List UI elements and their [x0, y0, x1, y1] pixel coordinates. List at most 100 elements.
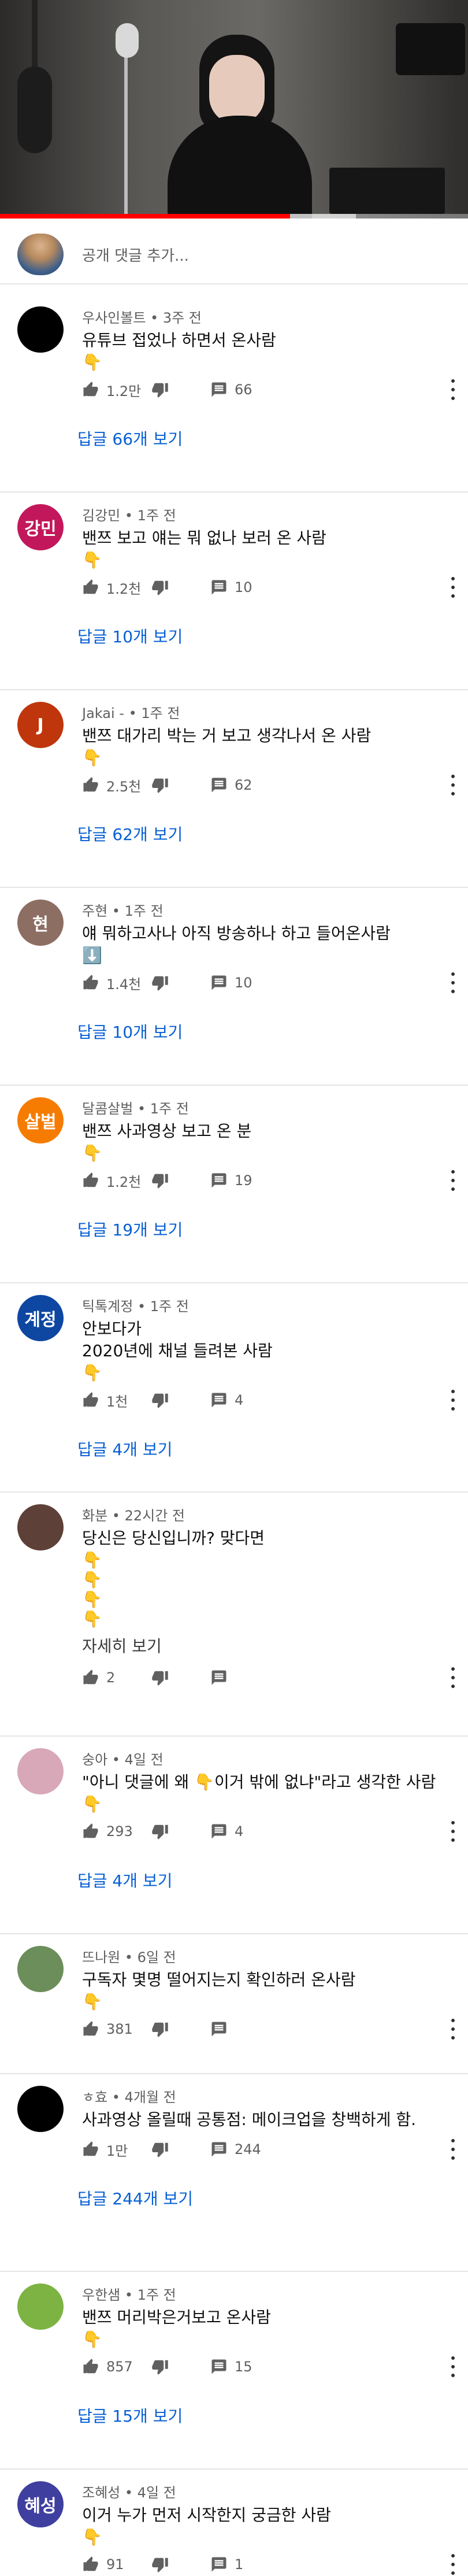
- comment-author-avatar[interactable]: [17, 1504, 64, 1550]
- like-count: 2: [106, 1670, 116, 1686]
- comment-time[interactable]: 4일 전: [125, 1752, 164, 1768]
- comment-time[interactable]: 1주 전: [150, 1101, 189, 1117]
- reply-button[interactable]: [210, 1169, 228, 1192]
- view-replies-link[interactable]: 답글 10개 보기: [77, 1020, 183, 1043]
- comment-author-avatar[interactable]: [17, 306, 64, 353]
- dislike-button[interactable]: [151, 1169, 169, 1192]
- comment-author-avatar[interactable]: 살벌: [17, 1097, 64, 1143]
- more-options-icon[interactable]: [447, 1667, 459, 1688]
- view-replies-link[interactable]: 답글 4개 보기: [77, 1437, 172, 1460]
- more-options-icon[interactable]: [447, 775, 459, 795]
- more-options-icon[interactable]: [447, 2554, 459, 2575]
- progress-bar[interactable]: [0, 214, 468, 219]
- view-replies-link[interactable]: 답글 62개 보기: [77, 822, 183, 845]
- dislike-button[interactable]: [151, 378, 169, 401]
- comment-author[interactable]: 조혜성: [82, 2485, 120, 2501]
- view-replies-link[interactable]: 답글 244개 보기: [77, 2186, 193, 2209]
- more-options-icon[interactable]: [447, 2139, 459, 2160]
- dislike-button[interactable]: [151, 1820, 169, 1843]
- comment-time[interactable]: 1주 전: [138, 508, 176, 524]
- comment-time[interactable]: 1주 전: [125, 903, 164, 919]
- dislike-button[interactable]: [151, 1389, 169, 1412]
- reply-button[interactable]: [210, 378, 228, 401]
- dislike-button[interactable]: [151, 2138, 169, 2161]
- reply-button[interactable]: [210, 1389, 228, 1412]
- comment-time[interactable]: 3주 전: [163, 310, 202, 326]
- comment-author[interactable]: 우사인볼트: [82, 310, 146, 326]
- comment-author-avatar[interactable]: 현: [17, 900, 64, 946]
- reply-button[interactable]: [210, 576, 228, 599]
- comment-author-avatar[interactable]: J: [17, 702, 64, 748]
- like-button[interactable]: [82, 1389, 99, 1412]
- reply-button[interactable]: [210, 773, 228, 797]
- comment-author[interactable]: 뜨나원: [82, 1949, 120, 1966]
- reply-button[interactable]: [210, 1666, 228, 1689]
- dislike-button[interactable]: [151, 576, 169, 599]
- comment-author[interactable]: 우한샘: [82, 2287, 120, 2303]
- comment-author[interactable]: 화분: [82, 1508, 107, 1524]
- view-replies-link[interactable]: 답글 19개 보기: [77, 1217, 183, 1241]
- comment-author[interactable]: 숭아: [82, 1752, 107, 1768]
- comment-author-avatar[interactable]: 강민: [17, 504, 64, 550]
- like-button[interactable]: [82, 2138, 99, 2161]
- comment-author-avatar[interactable]: 계정: [17, 1295, 64, 1341]
- more-options-icon[interactable]: [447, 379, 459, 400]
- comment-author[interactable]: 달콤살벌: [82, 1101, 133, 1117]
- comment-time[interactable]: 1주 전: [141, 705, 180, 721]
- add-comment-row[interactable]: 공개 댓글 추가...: [0, 230, 468, 282]
- video-player[interactable]: [0, 0, 468, 219]
- view-replies-link[interactable]: 답글 4개 보기: [77, 1868, 172, 1892]
- like-button[interactable]: [82, 2553, 99, 2576]
- comment-author-avatar[interactable]: [17, 1946, 64, 1992]
- dislike-button[interactable]: [151, 971, 169, 994]
- like-button[interactable]: [82, 2355, 99, 2378]
- like-button[interactable]: [82, 1169, 99, 1192]
- comment-time[interactable]: 22시간 전: [125, 1508, 185, 1524]
- like-button[interactable]: [82, 1666, 99, 1689]
- read-more-link[interactable]: 자세히 보기: [82, 1634, 162, 1657]
- view-replies-link[interactable]: 답글 66개 보기: [77, 427, 183, 450]
- like-button[interactable]: [82, 971, 99, 994]
- comment-author[interactable]: 틱톡계정: [82, 1298, 133, 1315]
- view-replies-link[interactable]: 답글 15개 보기: [77, 2404, 183, 2427]
- dislike-button[interactable]: [151, 2355, 169, 2378]
- like-button[interactable]: [82, 773, 99, 797]
- more-options-icon[interactable]: [447, 577, 459, 598]
- comment-author-avatar[interactable]: 혜성: [17, 2481, 64, 2527]
- comment-time[interactable]: 6일 전: [138, 1949, 176, 1966]
- like-button[interactable]: [82, 576, 99, 599]
- comment-author[interactable]: 주현: [82, 903, 107, 919]
- comment-author-avatar[interactable]: [17, 1748, 64, 1794]
- more-options-icon[interactable]: [447, 1821, 459, 1842]
- comment-author-avatar[interactable]: [17, 2283, 64, 2330]
- dislike-button[interactable]: [151, 1666, 169, 1689]
- reply-button[interactable]: [210, 2138, 228, 2161]
- more-options-icon[interactable]: [447, 972, 459, 993]
- comment-time[interactable]: 1주 전: [150, 1298, 189, 1315]
- more-options-icon[interactable]: [447, 2356, 459, 2377]
- dislike-button[interactable]: [151, 773, 169, 797]
- dislike-button[interactable]: [151, 2553, 169, 2576]
- comment-author-avatar[interactable]: [17, 2086, 64, 2132]
- comment-author[interactable]: Jakai -: [82, 705, 124, 721]
- comment-time[interactable]: 1주 전: [138, 2287, 176, 2303]
- comment-time[interactable]: 4개월 전: [125, 2089, 176, 2105]
- dislike-button[interactable]: [151, 2018, 169, 2041]
- reply-button[interactable]: [210, 971, 228, 994]
- like-button[interactable]: [82, 378, 99, 401]
- reply-button[interactable]: [210, 2018, 228, 2041]
- more-options-icon[interactable]: [447, 1170, 459, 1191]
- more-options-icon[interactable]: [447, 1390, 459, 1411]
- like-count: 857: [106, 2359, 133, 2375]
- like-button[interactable]: [82, 2018, 99, 2041]
- like-button[interactable]: [82, 1820, 99, 1843]
- reply-button[interactable]: [210, 2553, 228, 2576]
- comment-time[interactable]: 4일 전: [138, 2485, 176, 2501]
- comment-input-placeholder[interactable]: 공개 댓글 추가...: [82, 244, 189, 265]
- view-replies-link[interactable]: 답글 10개 보기: [77, 624, 183, 647]
- reply-button[interactable]: [210, 2355, 228, 2378]
- comment-author[interactable]: ㅎ효: [82, 2089, 107, 2105]
- reply-button[interactable]: [210, 1820, 228, 1843]
- more-options-icon[interactable]: [447, 2019, 459, 2040]
- comment-author[interactable]: 김강민: [82, 508, 120, 524]
